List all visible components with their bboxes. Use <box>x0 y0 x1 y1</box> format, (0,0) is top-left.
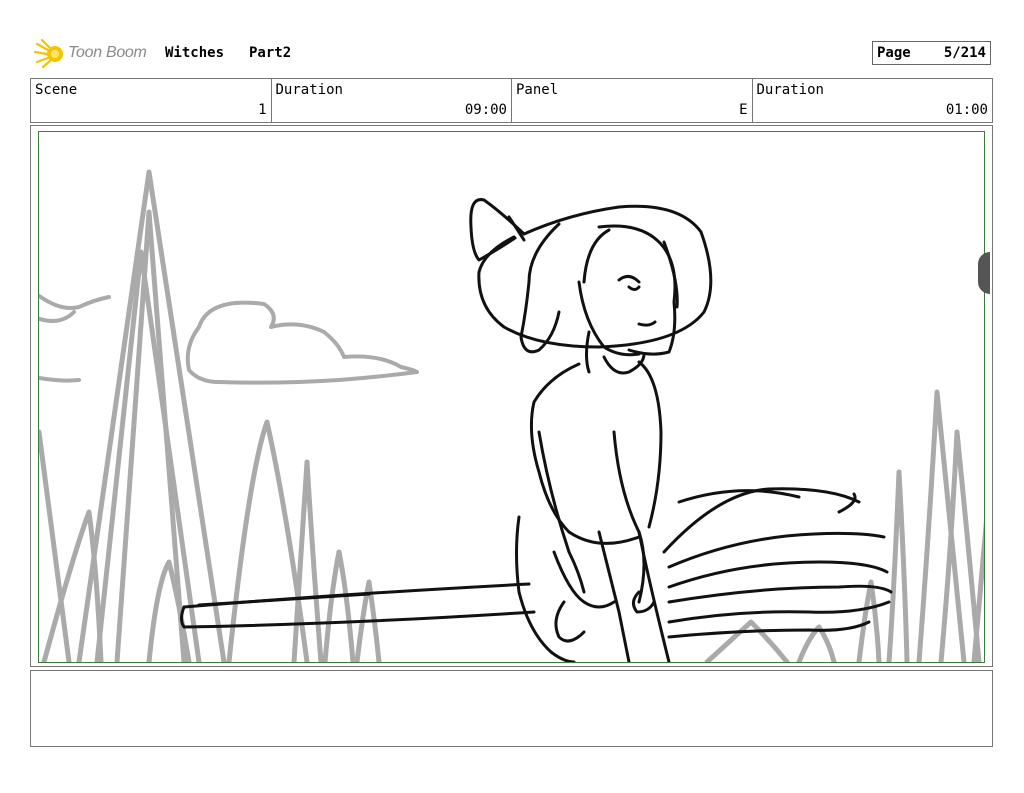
panel-value: E <box>739 102 748 118</box>
scene-duration-value: 09:00 <box>464 102 507 118</box>
panel-notes-box <box>30 670 993 747</box>
witch-character-sketch <box>180 198 893 662</box>
page-value: 5/214 <box>943 45 986 61</box>
panel-label: Panel <box>516 82 559 98</box>
scene-value: 1 <box>258 102 267 118</box>
scene-duration-label: Duration <box>275 82 343 98</box>
background-cloud-sketch <box>39 293 419 385</box>
panel-duration-value: 01:00 <box>945 102 988 118</box>
background-grass-sketch <box>39 169 984 662</box>
panel-duration-cell: Duration 01:00 <box>753 79 993 122</box>
scene-duration-cell: Duration 09:00 <box>272 79 512 122</box>
page-indicator: Page 5/214 <box>872 41 991 65</box>
logo-text: Toon Boom <box>68 44 147 61</box>
scene-cell: Scene 1 <box>31 79 272 122</box>
project-part: Part2 <box>249 45 292 61</box>
panel-cell: Panel E <box>512 79 753 122</box>
panel-scroll-handle[interactable] <box>978 252 990 294</box>
panel-duration-label: Duration <box>756 82 824 98</box>
page-label: Page <box>877 45 911 61</box>
scene-label: Scene <box>35 82 78 98</box>
panel-info-row: Scene 1 Duration 09:00 Panel E Duration … <box>30 78 993 123</box>
storyboard-panel-drawing <box>38 131 985 663</box>
witch-on-broom-sketch <box>39 169 984 662</box>
project-title: Witches <box>165 45 225 61</box>
